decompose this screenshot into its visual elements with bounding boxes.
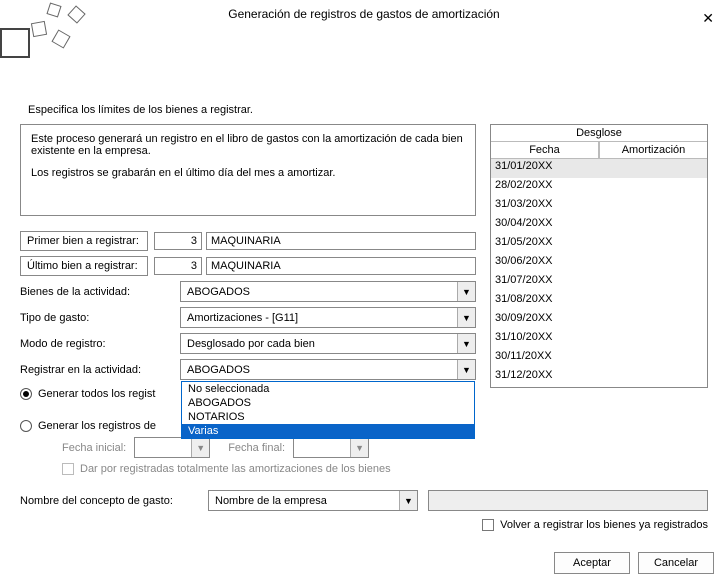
title-bar: Generación de registros de gastos de amo… — [0, 0, 728, 28]
chevron-down-icon[interactable]: ▼ — [457, 308, 475, 327]
chevron-down-icon[interactable]: ▼ — [191, 438, 209, 457]
cell-fecha: 30/09/20XX — [491, 311, 599, 330]
cell-fecha: 31/05/20XX — [491, 235, 599, 254]
cell-amort — [599, 159, 707, 178]
modo-label: Modo de registro: — [20, 338, 180, 350]
radio-generar-todos-label: Generar todos los registros de amortizac… — [38, 388, 156, 400]
chevron-down-icon[interactable]: ▼ — [457, 334, 475, 353]
dropdown-option[interactable]: NOTARIOS — [182, 410, 474, 424]
cell-fecha: 31/08/20XX — [491, 292, 599, 311]
table-row[interactable]: 31/01/20XX — [491, 159, 707, 178]
cell-fecha: 31/01/20XX — [491, 159, 599, 178]
ultimo-bien-label: Último bien a registrar: — [20, 256, 148, 276]
cell-fecha: 31/07/20XX — [491, 273, 599, 292]
cell-fecha: 31/03/20XX — [491, 197, 599, 216]
tipo-combo[interactable]: Amortizaciones - [G11] ▼ — [180, 307, 476, 328]
dropdown-option[interactable]: No seleccionada — [182, 382, 474, 396]
cell-fecha: 28/02/20XX — [491, 178, 599, 197]
ultimo-bien-text[interactable]: MAQUINARIA — [206, 257, 476, 275]
app-logo — [0, 10, 90, 70]
table-row[interactable]: 31/08/20XX — [491, 292, 707, 311]
ultimo-bien-num[interactable]: 3 — [154, 257, 202, 275]
table-row[interactable]: 30/09/20XX — [491, 311, 707, 330]
volver-registrar-checkbox[interactable] — [482, 519, 494, 531]
nombre-concepto-label: Nombre del concepto de gasto: — [20, 495, 208, 507]
dropdown-option[interactable]: Varias — [182, 424, 474, 438]
description-line2: Los registros se grabarán en el último d… — [31, 167, 465, 179]
cell-amort — [599, 330, 707, 349]
primer-bien-label: Primer bien a registrar: — [20, 231, 148, 251]
cell-fecha: 31/10/20XX — [491, 330, 599, 349]
table-body: 31/01/20XX28/02/20XX31/03/20XX30/04/20XX… — [491, 159, 707, 387]
instruction-text: Especifica los límites de los bienes a r… — [28, 104, 708, 116]
table-header-title: Desglose — [491, 125, 707, 142]
description-box: Este proceso generará un registro en el … — [20, 124, 476, 216]
registrar-label: Registrar en la actividad: — [20, 364, 180, 376]
table-row[interactable]: 30/06/20XX — [491, 254, 707, 273]
desglose-table: Desglose Fecha Amortización 31/01/20XX28… — [490, 124, 708, 388]
bienes-combo[interactable]: ABOGADOS ▼ — [180, 281, 476, 302]
cell-amort — [599, 349, 707, 368]
cell-fecha: 30/06/20XX — [491, 254, 599, 273]
table-row[interactable]: 30/11/20XX — [491, 349, 707, 368]
chevron-down-icon[interactable]: ▼ — [399, 491, 417, 510]
fecha-final-label: Fecha final: — [228, 442, 285, 454]
radio-generar-rango[interactable] — [20, 420, 32, 432]
cell-fecha: 30/04/20XX — [491, 216, 599, 235]
bienes-label: Bienes de la actividad: — [20, 286, 180, 298]
chevron-down-icon[interactable]: ▼ — [457, 282, 475, 301]
nombre-concepto-readonly — [428, 490, 708, 511]
cell-amort — [599, 368, 707, 387]
table-row[interactable]: 31/10/20XX — [491, 330, 707, 349]
cell-amort — [599, 292, 707, 311]
cell-fecha: 31/12/20XX — [491, 368, 599, 387]
cell-amort — [599, 273, 707, 292]
chevron-down-icon[interactable]: ▼ — [350, 438, 368, 457]
dar-por-registradas-label: Dar por registradas totalmente las amort… — [80, 463, 391, 475]
cell-amort — [599, 178, 707, 197]
fecha-final-combo[interactable]: ▼ — [293, 437, 369, 458]
chevron-down-icon[interactable]: ▼ — [457, 360, 475, 379]
fecha-inicial-label: Fecha inicial: — [62, 442, 126, 454]
primer-bien-text[interactable]: MAQUINARIA — [206, 232, 476, 250]
table-row[interactable]: 31/12/20XX — [491, 368, 707, 387]
table-row[interactable]: 31/03/20XX — [491, 197, 707, 216]
close-icon[interactable]: ✕ — [696, 2, 720, 34]
table-row[interactable]: 30/04/20XX — [491, 216, 707, 235]
cell-amort — [599, 216, 707, 235]
dropdown-option[interactable]: ABOGADOS — [182, 396, 474, 410]
table-col-fecha: Fecha — [491, 142, 599, 159]
cell-amort — [599, 197, 707, 216]
dar-por-registradas-checkbox[interactable] — [62, 463, 74, 475]
registrar-dropdown[interactable]: No seleccionadaABOGADOSNOTARIOSVarias — [181, 381, 475, 439]
table-row[interactable]: 28/02/20XX — [491, 178, 707, 197]
cancel-button[interactable]: Cancelar — [638, 552, 714, 574]
radio-generar-todos[interactable] — [20, 388, 32, 400]
nombre-concepto-combo[interactable]: Nombre de la empresa ▼ — [208, 490, 418, 511]
table-row[interactable]: 31/07/20XX — [491, 273, 707, 292]
table-row[interactable]: 31/05/20XX — [491, 235, 707, 254]
cell-amort — [599, 235, 707, 254]
description-line1: Este proceso generará un registro en el … — [31, 133, 465, 157]
table-col-amort: Amortización — [599, 142, 707, 159]
tipo-label: Tipo de gasto: — [20, 312, 180, 324]
modo-combo[interactable]: Desglosado por cada bien ▼ — [180, 333, 476, 354]
registrar-combo[interactable]: ABOGADOS ▼ No seleccionadaABOGADOSNOTARI… — [180, 359, 476, 380]
cell-fecha: 30/11/20XX — [491, 349, 599, 368]
radio-generar-rango-label: Generar los registros de — [38, 420, 156, 432]
cell-amort — [599, 311, 707, 330]
primer-bien-num[interactable]: 3 — [154, 232, 202, 250]
cell-amort — [599, 254, 707, 273]
accept-button[interactable]: Aceptar — [554, 552, 630, 574]
window-title: Generación de registros de gastos de amo… — [228, 7, 499, 21]
volver-registrar-label: Volver a registrar los bienes ya registr… — [500, 519, 708, 531]
fecha-inicial-combo[interactable]: ▼ — [134, 437, 210, 458]
